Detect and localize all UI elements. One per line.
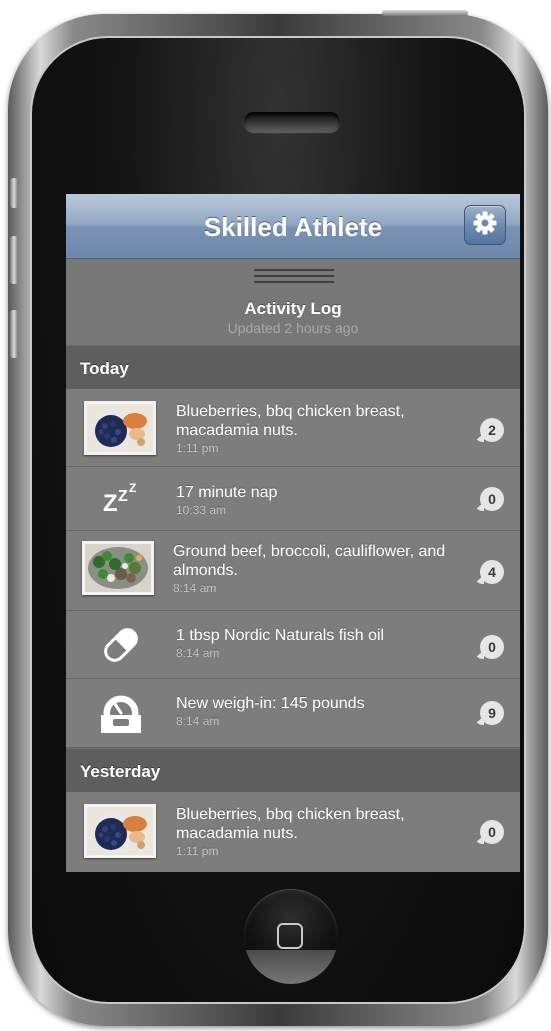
svg-text:Z: Z bbox=[129, 481, 136, 495]
section-header-today: Today bbox=[66, 345, 520, 389]
app-screen: Skilled Athlete Activity Log Updated 2 h… bbox=[66, 194, 520, 872]
food-photo-icon bbox=[84, 401, 156, 455]
settings-button[interactable] bbox=[464, 205, 506, 245]
earpiece bbox=[244, 112, 340, 132]
list-item-text: Ground beef, broccoli, cauliflower, and … bbox=[173, 542, 460, 596]
list-item-text: 1 tbsp Nordic Naturals fish oil 8:14 am bbox=[176, 626, 460, 661]
scale-icon bbox=[96, 691, 146, 735]
volume-up-button bbox=[10, 236, 18, 284]
last-updated-text: Updated 2 hours ago bbox=[227, 320, 359, 336]
navigation-bar: Skilled Athlete bbox=[66, 194, 520, 259]
sleep-button bbox=[382, 10, 468, 16]
comment-count-badge[interactable]: 2 bbox=[480, 418, 504, 442]
mute-switch bbox=[10, 178, 18, 208]
list-item[interactable]: Ground beef, broccoli, cauliflower, and … bbox=[66, 531, 520, 611]
list-item[interactable]: Blueberries, bbq chicken breast, macadam… bbox=[66, 792, 520, 872]
list-item-text: New weigh-in: 145 pounds 8:14 am bbox=[176, 694, 460, 729]
comment-count-badge[interactable]: 9 bbox=[480, 701, 504, 725]
pull-to-refresh-header[interactable]: Activity Log Updated 2 hours ago bbox=[66, 259, 520, 345]
app-title: Skilled Athlete bbox=[203, 212, 383, 242]
entry-description: 17 minute nap bbox=[176, 484, 278, 501]
entry-time: 10:33 am bbox=[176, 503, 227, 517]
entry-time: 8:14 am bbox=[173, 581, 217, 595]
entry-time: 1:11 pm bbox=[176, 441, 219, 455]
volume-down-button bbox=[10, 310, 18, 358]
entry-description: Ground beef, broccoli, cauliflower, and … bbox=[173, 543, 446, 579]
list-item[interactable]: New weigh-in: 145 pounds 8:14 am 9 bbox=[66, 679, 520, 748]
comment-count-badge[interactable]: 0 bbox=[480, 487, 504, 511]
drag-handle-icon[interactable] bbox=[254, 269, 334, 287]
food-photo-icon bbox=[84, 804, 156, 858]
entry-description: 1 tbsp Nordic Naturals fish oil bbox=[176, 627, 385, 644]
gear-icon bbox=[472, 210, 498, 241]
comment-count-badge[interactable]: 0 bbox=[480, 820, 504, 844]
list-item[interactable]: Z Z Z 17 minute nap 10:33 am 0 bbox=[66, 467, 520, 531]
comment-count-badge[interactable]: 4 bbox=[480, 560, 504, 584]
entry-description: Blueberries, bbq chicken breast, macadam… bbox=[176, 806, 405, 842]
section-header-yesterday: Yesterday bbox=[66, 748, 520, 792]
comment-count-badge[interactable]: 0 bbox=[480, 635, 504, 659]
entry-description: New weigh-in: 145 pounds bbox=[176, 695, 365, 712]
home-square-icon bbox=[277, 923, 303, 949]
entry-time: 8:14 am bbox=[176, 714, 220, 728]
list-item-text: 17 minute nap 10:33 am bbox=[176, 483, 460, 518]
entry-description: Blueberries, bbq chicken breast, macadam… bbox=[176, 403, 405, 439]
list-item-text: Blueberries, bbq chicken breast, macadam… bbox=[176, 402, 460, 456]
list-item[interactable]: 1 tbsp Nordic Naturals fish oil 8:14 am … bbox=[66, 611, 520, 679]
sleep-zzz-icon: Z Z Z bbox=[96, 475, 146, 519]
svg-text:Z: Z bbox=[118, 488, 128, 505]
svg-text:Z: Z bbox=[103, 490, 118, 517]
activity-log-title: Activity Log bbox=[244, 299, 342, 318]
food-photo-icon bbox=[82, 541, 154, 595]
list-item[interactable]: Blueberries, bbq chicken breast, macadam… bbox=[66, 389, 520, 467]
pill-icon bbox=[96, 623, 146, 667]
entry-time: 1:11 pm bbox=[176, 844, 219, 858]
entry-time: 8:14 am bbox=[176, 646, 220, 660]
home-button[interactable] bbox=[244, 890, 338, 984]
list-item-text: Blueberries, bbq chicken breast, macadam… bbox=[176, 805, 460, 859]
